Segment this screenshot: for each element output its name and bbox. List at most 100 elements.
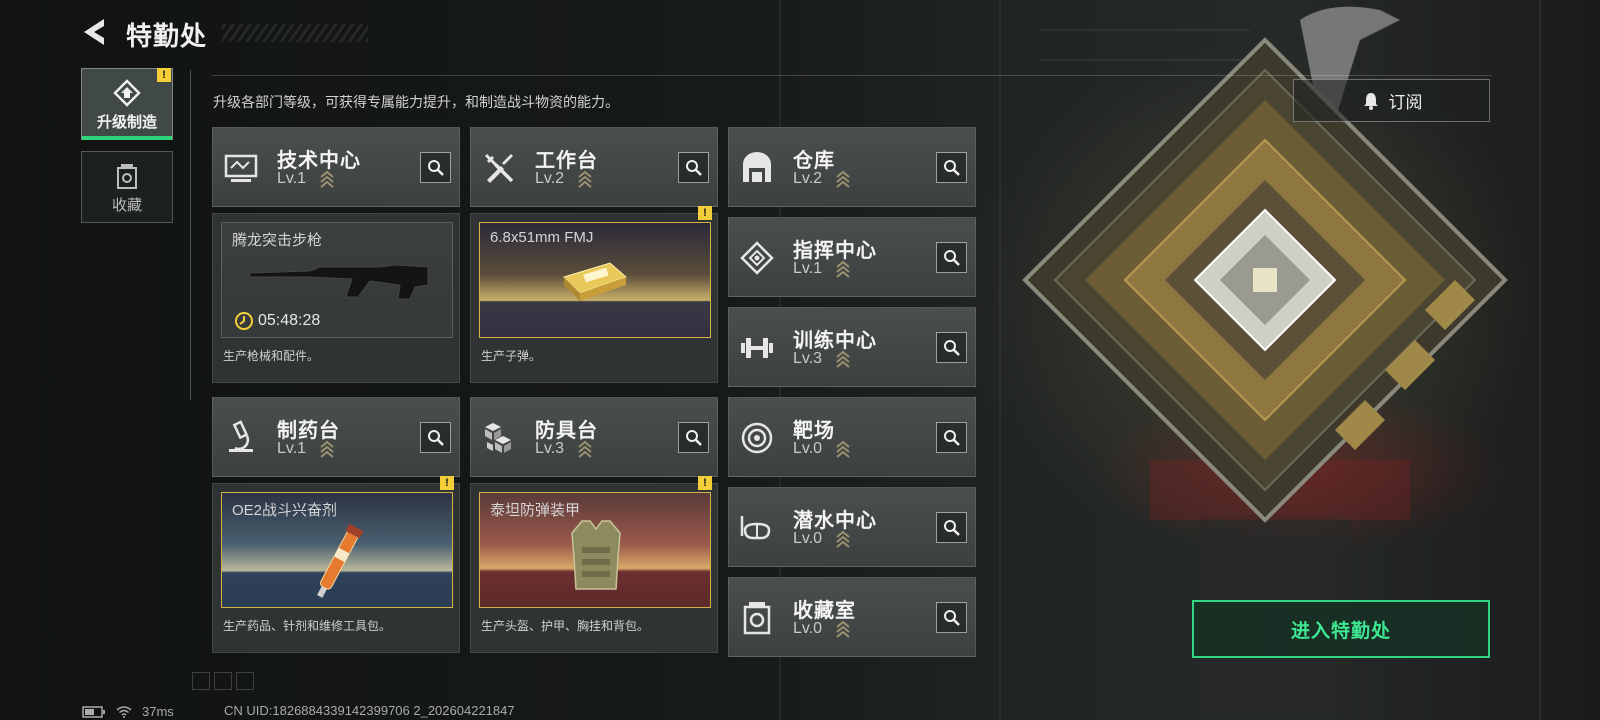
tools-icon: [484, 153, 514, 183]
subscribe-button[interactable]: 订阅: [1293, 79, 1490, 122]
production-panel-pharmacy[interactable]: OE2战斗兴奋剂 ! 生产药品、针剂和维修工具包。: [212, 476, 460, 653]
search-icon: [944, 250, 960, 266]
section-description: 升级各部门等级，可获得专属能力提升，和制造战斗物资的能力。: [213, 94, 619, 110]
alert-badge: !: [698, 476, 712, 490]
rank-chevron-icon: [578, 170, 592, 188]
search-icon: [686, 430, 702, 446]
rank-chevron-icon: [836, 350, 850, 368]
production-slot[interactable]: 6.8x51mm FMJ: [479, 222, 711, 338]
facility-name: 技术中心: [277, 150, 361, 172]
search-icon: [944, 160, 960, 176]
collection-icon: [117, 164, 137, 189]
production-description: 生产枪械和配件。: [223, 349, 320, 363]
item-name: 泰坦防弹装甲: [490, 502, 581, 519]
search-button[interactable]: [936, 242, 967, 273]
production-panel-armor[interactable]: 泰坦防弹装甲 ! 生产头盔、护甲、胸挂和背包。: [470, 476, 718, 653]
facility-level: Lv.1: [277, 170, 307, 187]
facility-name: 工作台: [535, 150, 598, 172]
facility-level: Lv.0: [793, 620, 823, 637]
status-bar: 37ms: [82, 704, 174, 719]
facility-name: 仓库: [793, 150, 835, 172]
facility-name: 指挥中心: [793, 240, 877, 262]
title-decoration: [222, 24, 368, 42]
tab-collection-label: 收藏: [111, 197, 142, 214]
production-description: 生产药品、针剂和维修工具包。: [223, 619, 392, 633]
facility-shooting-range[interactable]: 靶场 Lv.0: [728, 397, 976, 477]
ammo-box-icon: [563, 262, 627, 301]
search-button[interactable]: [936, 512, 967, 543]
diving-mask-icon: [740, 516, 771, 540]
item-name: OE2战斗兴奋剂: [232, 502, 338, 519]
search-button[interactable]: [678, 152, 709, 183]
battery-icon: [82, 705, 105, 718]
bottom-toolbar: [192, 672, 254, 690]
armor-blocks-icon: [485, 423, 511, 453]
rank-chevron-icon: [320, 440, 334, 458]
facility-level: Lv.0: [793, 440, 823, 457]
rank-chevron-icon: [836, 620, 850, 638]
production-slot[interactable]: OE2战斗兴奋剂: [221, 492, 453, 608]
body-armor-icon: [571, 520, 621, 590]
tab-collection[interactable]: 收藏: [81, 151, 173, 223]
facility-armor-bench[interactable]: 防具台 Lv.3: [470, 397, 718, 477]
facility-level: Lv.3: [535, 440, 565, 457]
facility-warehouse[interactable]: 仓库 Lv.2: [728, 127, 976, 207]
rank-chevron-icon: [836, 170, 850, 188]
back-arrow-icon[interactable]: [80, 16, 112, 48]
search-button[interactable]: [420, 152, 451, 183]
facility-name: 制药台: [277, 420, 340, 442]
enter-button-label: 进入特勤处: [1290, 620, 1391, 642]
microscope-icon: [229, 420, 253, 452]
facility-name: 收藏室: [793, 600, 856, 622]
alert-badge: !: [440, 476, 454, 490]
tab-upgrade-craft[interactable]: 升级制造 !: [81, 68, 173, 140]
rank-chevron-icon: [578, 440, 592, 458]
production-panel-tech[interactable]: 腾龙突击步枪 05:48:28 生产枪械和配件。: [212, 213, 460, 383]
search-button[interactable]: [420, 422, 451, 453]
toolbar-slot: [192, 672, 210, 690]
dumbbell-icon: [741, 338, 773, 358]
facility-command-center[interactable]: 指挥中心 Lv.1: [728, 217, 976, 297]
rank-chevron-icon: [836, 440, 850, 458]
rank-chevron-icon: [836, 260, 850, 278]
search-icon: [428, 430, 444, 446]
enter-special-ops-button[interactable]: 进入特勤处: [1192, 600, 1490, 658]
facility-diving-center[interactable]: 潜水中心 Lv.0: [728, 487, 976, 567]
search-button[interactable]: [936, 152, 967, 183]
bell-icon: [1363, 92, 1378, 110]
facility-workbench[interactable]: 工作台 Lv.2: [470, 127, 718, 207]
search-button[interactable]: [936, 422, 967, 453]
facility-level: Lv.2: [535, 170, 565, 187]
target-icon: [741, 422, 773, 454]
search-button[interactable]: [936, 602, 967, 633]
search-icon: [686, 160, 702, 176]
facility-pharmacy[interactable]: 制药台 Lv.1: [212, 397, 460, 477]
item-name: 6.8x51mm FMJ: [490, 229, 594, 246]
production-panel-workbench[interactable]: 6.8x51mm FMJ ! 生产子弹。: [470, 206, 718, 383]
search-button[interactable]: [936, 332, 967, 363]
search-icon: [944, 610, 960, 626]
stimulant-syringe-icon: [317, 523, 364, 598]
item-name: 腾龙突击步枪: [232, 232, 323, 249]
facility-level: Lv.2: [793, 170, 823, 187]
command-icon: [740, 241, 774, 275]
divider: [212, 75, 1492, 76]
facility-name: 训练中心: [793, 330, 877, 352]
facility-training-center[interactable]: 训练中心 Lv.3: [728, 307, 976, 387]
facility-tech-center[interactable]: 技术中心 Lv.1: [212, 127, 460, 207]
facility-level: Lv.0: [793, 530, 823, 547]
rank-chevron-icon: [320, 170, 334, 188]
facility-level: Lv.1: [793, 260, 823, 277]
vault-icon: [743, 602, 771, 635]
search-button[interactable]: [678, 422, 709, 453]
toolbar-slot: [236, 672, 254, 690]
facility-collection-room[interactable]: 收藏室 Lv.0: [728, 577, 976, 657]
production-slot[interactable]: 腾龙突击步枪 05:48:28: [221, 222, 453, 338]
facility-name: 潜水中心: [793, 510, 877, 532]
subscribe-label: 订阅: [1388, 93, 1423, 112]
wifi-icon: [116, 705, 132, 718]
page-title: 特勤处: [126, 21, 208, 51]
user-uid: CN UID:1826884339142399706 2_20260422184…: [224, 703, 515, 718]
production-slot[interactable]: 泰坦防弹装甲: [479, 492, 711, 608]
toolbar-slot: [214, 672, 232, 690]
